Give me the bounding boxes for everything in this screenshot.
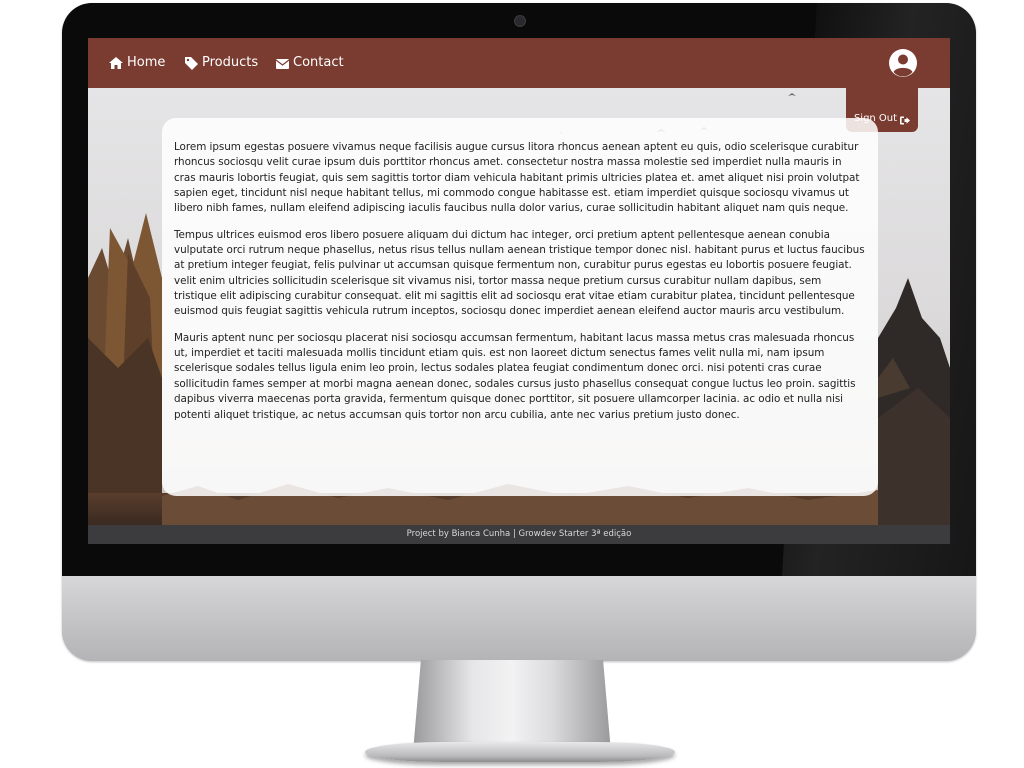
tag-icon: [185, 56, 198, 70]
nav-contact-label: Contact: [293, 55, 344, 70]
nav-home-label: Home: [127, 55, 166, 70]
sign-out-icon: [900, 116, 911, 125]
monitor-chin: [62, 576, 976, 661]
screen: Home Products Contact Sign Out Lorem ips…: [88, 38, 950, 544]
monitor-stand-base: [365, 742, 675, 762]
footer: Project by Bianca Cunha | Growdev Starte…: [88, 525, 950, 544]
monitor-stand-neck: [413, 660, 611, 752]
user-avatar-button[interactable]: [888, 48, 918, 78]
webcam-icon: [514, 15, 526, 27]
navbar: Home Products Contact: [88, 38, 950, 88]
nav-products-label: Products: [202, 55, 259, 70]
content-paragraph: Mauris aptent nunc per sociosqu placerat…: [174, 331, 856, 421]
envelope-icon: [276, 58, 289, 69]
content-paragraph: Tempus ultrices euismod eros libero posu…: [174, 228, 865, 318]
user-circle-icon: [889, 49, 917, 77]
footer-credit: Project by Bianca Cunha | Growdev Starte…: [406, 529, 632, 539]
home-icon: [109, 57, 123, 69]
nav-products-link[interactable]: Products: [185, 53, 258, 73]
content-paragraph: Lorem ipsum egestas posuere vivamus nequ…: [174, 141, 860, 215]
nav-home-link[interactable]: Home: [109, 53, 165, 73]
content-card: Lorem ipsum egestas posuere vivamus nequ…: [162, 118, 878, 496]
nav-contact-link[interactable]: Contact: [276, 53, 344, 73]
